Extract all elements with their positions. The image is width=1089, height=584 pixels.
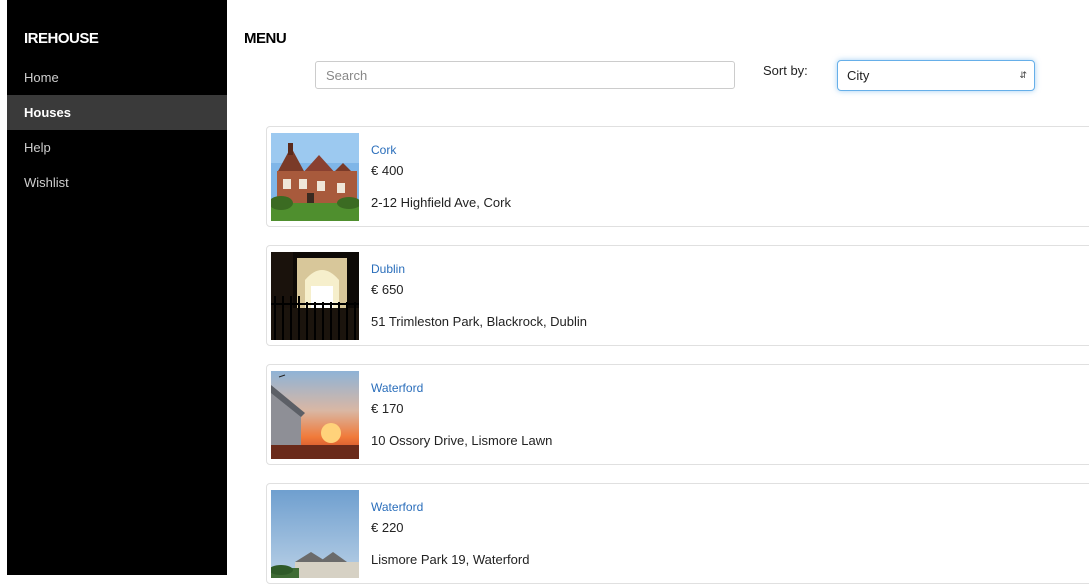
sidebar-item-home[interactable]: Home	[7, 60, 227, 95]
search-input[interactable]	[315, 61, 735, 89]
listing-card[interactable]: Waterford € 170 10 Ossory Drive, Lismore…	[266, 364, 1089, 465]
night-house-photo[interactable]	[271, 252, 359, 340]
listing-price: € 650	[371, 282, 404, 297]
page-title: MENU	[244, 30, 287, 47]
sidebar-item-houses[interactable]: Houses	[7, 95, 227, 130]
sidebar-nav: Home Houses Help Wishlist	[7, 60, 227, 200]
sunset-house-photo[interactable]	[271, 371, 359, 459]
listing-price: € 220	[371, 520, 404, 535]
brick-house-photo[interactable]	[271, 133, 359, 221]
sidebar: IREHOUSE Home Houses Help Wishlist	[7, 0, 227, 575]
listing-address: 2-12 Highfield Ave, Cork	[371, 195, 511, 210]
listing-address: Lismore Park 19, Waterford	[371, 552, 530, 567]
listing-card[interactable]: Dublin € 650 51 Trimleston Park, Blackro…	[266, 245, 1089, 346]
listing-price: € 400	[371, 163, 404, 178]
listing-city-link[interactable]: Waterford	[371, 500, 423, 514]
listing-city-link[interactable]: Cork	[371, 143, 396, 157]
updown-arrows-icon: ⇵	[1019, 70, 1027, 80]
listing-card[interactable]: Cork € 400 2-12 Highfield Ave, Cork	[266, 126, 1089, 227]
listing-city-link[interactable]: Waterford	[371, 381, 423, 395]
brand-logo[interactable]: IREHOUSE	[24, 30, 99, 47]
terrace-houses-photo[interactable]	[271, 490, 359, 578]
sidebar-item-help[interactable]: Help	[7, 130, 227, 165]
listing-address: 51 Trimleston Park, Blackrock, Dublin	[371, 314, 588, 329]
listing-address: 10 Ossory Drive, Lismore Lawn	[371, 433, 553, 448]
listing-price: € 170	[371, 401, 404, 416]
sort-select[interactable]: City ⇵	[837, 60, 1035, 91]
listing-card[interactable]: Waterford € 220 Lismore Park 19, Waterfo…	[266, 483, 1089, 584]
sort-label: Sort by:	[763, 63, 808, 78]
listing-city-link[interactable]: Dublin	[371, 262, 405, 276]
sort-select-value: City	[847, 68, 870, 83]
sidebar-item-wishlist[interactable]: Wishlist	[7, 165, 227, 200]
